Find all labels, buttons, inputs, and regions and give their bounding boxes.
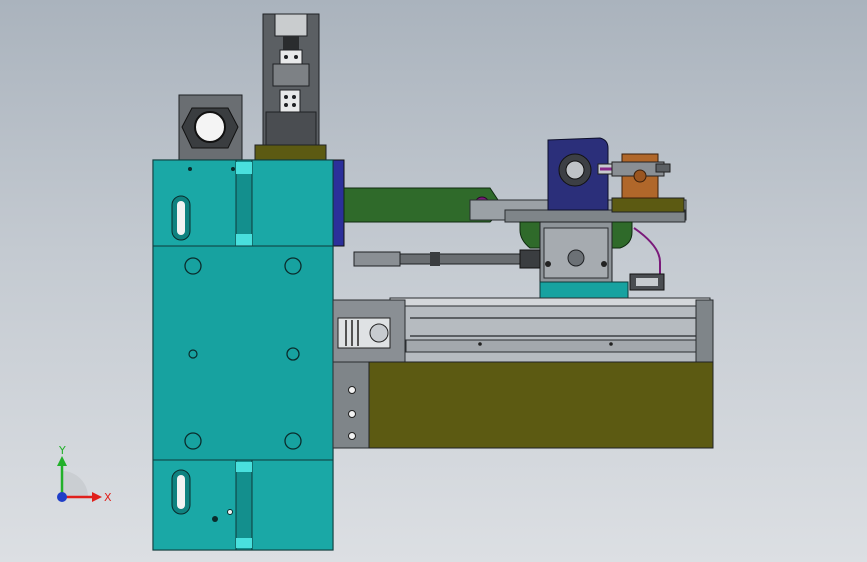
- orange-bearing-block: [611, 153, 671, 199]
- z-axis-dot: [57, 492, 67, 502]
- vertical-tower: [262, 13, 320, 147]
- coordinate-triad: Y X: [57, 444, 112, 504]
- tower-collar: [254, 144, 327, 162]
- machine-assembly-view: Y X: [57, 13, 714, 551]
- hex-nut-housing: [178, 94, 243, 161]
- sensor-assembly: [629, 227, 665, 291]
- y-axis-label: Y: [58, 444, 66, 457]
- x-axis-label: X: [104, 491, 112, 504]
- x-axis-arrow-head: [92, 492, 102, 502]
- y-axis-arrow-head: [57, 456, 67, 466]
- teal-plate-stack: [152, 159, 334, 551]
- motor-body: [332, 361, 714, 449]
- cylinder-rod: [353, 249, 541, 269]
- linear-rail-module: [332, 297, 714, 363]
- cad-viewport[interactable]: Y X: [0, 0, 867, 562]
